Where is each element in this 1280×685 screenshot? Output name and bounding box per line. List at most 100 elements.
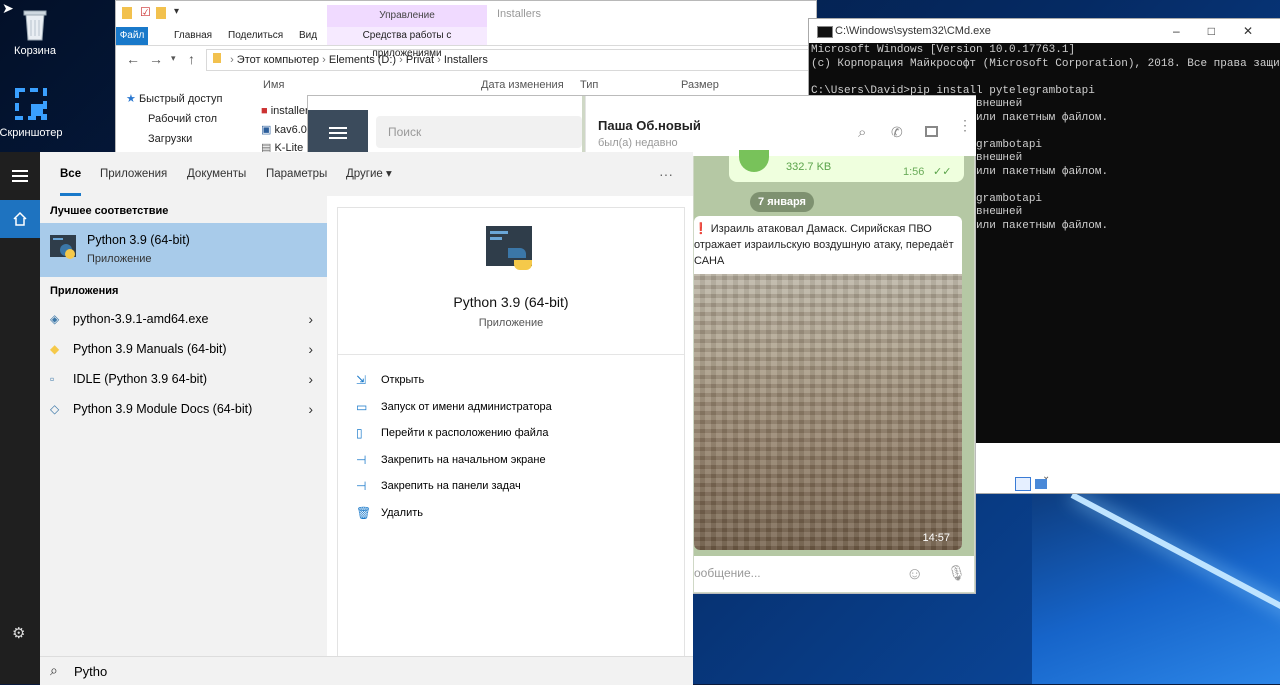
- sidebar-item-quick-access[interactable]: ★ Быстрый доступ: [126, 89, 236, 109]
- folder-icon[interactable]: [122, 7, 132, 19]
- hamburger-icon[interactable]: [12, 170, 28, 172]
- gear-icon[interactable]: ⚙: [12, 624, 25, 642]
- list-item[interactable]: ◈ python-3.9.1-amd64.exe ›: [40, 304, 327, 334]
- window-controls[interactable]: –□✕: [949, 19, 1280, 43]
- navigation-pane: ★ Быстрый доступ Рабочий стол Загрузки: [126, 89, 236, 149]
- message-photo[interactable]: 14:57 ✓✓: [694, 274, 962, 550]
- chevron-down-icon[interactable]: ▾: [174, 6, 179, 17]
- back-arrow-icon[interactable]: ←: [126, 51, 140, 67]
- breadcrumb[interactable]: › Этот компьютер › Elements (D:) › Priva…: [206, 49, 818, 71]
- emoji-icon[interactable]: ☺: [906, 564, 923, 584]
- message-input[interactable]: ообщение...: [694, 566, 761, 580]
- trash-icon: 🗑: [356, 506, 372, 520]
- phone-icon[interactable]: ✆: [891, 124, 903, 141]
- details-view-icon[interactable]: [1015, 477, 1031, 491]
- results-list: Лучшее соответствие Python 3.9 (64-bit) …: [40, 196, 327, 656]
- action-label: Удалить: [381, 507, 423, 519]
- more-options-icon[interactable]: ···: [659, 152, 673, 196]
- divider: [338, 354, 684, 355]
- context-tab-header: Управление: [327, 5, 487, 27]
- desktop-icon-screenshot[interactable]: Скриншотер: [0, 84, 66, 139]
- search-box[interactable]: ⌕ Pytho: [40, 656, 693, 685]
- list-item[interactable]: ◆ Python 3.9 Manuals (64-bit) ›: [40, 334, 327, 364]
- breadcrumb-item[interactable]: Installers: [444, 54, 488, 66]
- news-message[interactable]: ❗ Израиль атаковал Дамаск. Сирийская ПВО…: [694, 216, 962, 550]
- app-details-pane: Python 3.9 (64-bit) Приложение ⇲ Открыть …: [337, 207, 685, 657]
- tab-app-tools[interactable]: Средства работы с приложениями: [327, 27, 487, 59]
- file-message[interactable]: 332.7 KB 1:56 ✓✓: [729, 150, 964, 182]
- list-item[interactable]: ◇ Python 3.9 Module Docs (64-bit) ›: [40, 394, 327, 424]
- best-match-item[interactable]: Python 3.9 (64-bit) Приложение: [40, 223, 327, 277]
- recent-dropdown-icon[interactable]: ▾: [171, 53, 176, 64]
- start-search-panel: Все Приложения Документы Параметры Други…: [40, 152, 693, 685]
- column-date[interactable]: Дата изменения: [481, 79, 564, 91]
- action-label: Закрепить на панели задач: [381, 480, 521, 492]
- menu-button[interactable]: [308, 110, 368, 158]
- tab-share[interactable]: Поделиться: [220, 27, 291, 45]
- desktop-icon-label: Скриншотер: [0, 127, 63, 139]
- home-icon: [13, 211, 27, 226]
- rail-home-button[interactable]: [0, 200, 40, 238]
- file-name: kav6.0: [274, 124, 307, 136]
- chat-status: был(а) недавно: [598, 137, 678, 149]
- tab-all[interactable]: Все: [60, 152, 82, 196]
- sidebar-item-label: Быстрый доступ: [138, 93, 223, 105]
- chat-area: 332.7 KB 1:56 ✓✓ 7 января ❗ Израиль атак…: [694, 150, 974, 556]
- chevron-right-icon[interactable]: ›: [308, 394, 313, 424]
- new-folder-icon[interactable]: [156, 7, 166, 19]
- tab-more[interactable]: Другие ▾: [346, 152, 392, 196]
- search-input[interactable]: Поиск: [376, 116, 582, 148]
- screenshot-tool-icon: [15, 88, 47, 120]
- best-match-title: Python 3.9 (64-bit): [87, 233, 190, 247]
- tab-settings[interactable]: Параметры: [266, 152, 327, 196]
- column-name[interactable]: Имя: [263, 79, 284, 91]
- search-input[interactable]: Pytho: [74, 664, 107, 679]
- message-time: 1:56: [903, 166, 925, 178]
- best-match-heading: Лучшее соответствие: [50, 205, 169, 217]
- start-menu-rail: ⚙: [0, 152, 40, 684]
- chat-header: Паша Об.новый был(а) недавно ⌕ ✆ ⋮: [585, 96, 976, 156]
- app-name: python-3.9.1-amd64.exe: [73, 312, 209, 326]
- best-match-subtitle: Приложение: [87, 253, 152, 265]
- search-icon[interactable]: ⌕: [858, 124, 866, 141]
- tab-documents[interactable]: Документы: [187, 152, 246, 196]
- chevron-right-icon[interactable]: ›: [308, 304, 313, 334]
- module-docs-icon: ◇: [50, 402, 60, 416]
- properties-icon[interactable]: ☑: [140, 5, 151, 19]
- list-item[interactable]: ▫ IDLE (Python 3.9 64-bit) ›: [40, 364, 327, 394]
- forward-arrow-icon[interactable]: →: [149, 51, 163, 67]
- breadcrumb-item[interactable]: Этот компьютер: [237, 54, 319, 66]
- hamburger-icon: [329, 127, 347, 129]
- app-name: Python 3.9 Module Docs (64-bit): [73, 402, 253, 416]
- tab-file[interactable]: Файл: [116, 27, 148, 45]
- python-docs-icon: ◆: [50, 342, 60, 356]
- list-item[interactable]: ■ installer: [261, 105, 309, 123]
- action-label: Перейти к расположению файла: [381, 427, 549, 439]
- chat-name[interactable]: Паша Об.новый: [598, 118, 701, 133]
- console-icon: [817, 26, 833, 38]
- read-checkmarks-icon: ✓✓: [933, 166, 952, 178]
- tab-home[interactable]: Главная: [166, 27, 220, 45]
- large-icons-view-icon[interactable]: [1035, 479, 1047, 489]
- side-panel-icon[interactable]: [925, 126, 938, 137]
- tab-apps[interactable]: Приложения: [100, 152, 167, 196]
- open-icon: ⇲: [356, 373, 367, 387]
- installer-icon: ◈: [50, 312, 60, 326]
- column-size[interactable]: Размер: [681, 79, 719, 91]
- microphone-icon[interactable]: 🎙: [947, 564, 966, 582]
- up-arrow-icon[interactable]: ↑: [188, 51, 195, 67]
- list-item[interactable]: ▣ kav6.0: [261, 123, 309, 141]
- column-type[interactable]: Тип: [580, 79, 598, 91]
- file-name: installer: [270, 105, 309, 117]
- chevron-right-icon[interactable]: ›: [308, 364, 313, 394]
- breadcrumb-item[interactable]: Privat: [406, 54, 434, 66]
- breadcrumb-item[interactable]: Elements (D:): [329, 54, 396, 66]
- more-vertical-icon[interactable]: ⋮: [958, 118, 972, 132]
- tab-view[interactable]: Вид: [291, 27, 325, 45]
- sidebar-item-desktop[interactable]: Рабочий стол: [126, 109, 236, 129]
- chevron-right-icon[interactable]: ›: [308, 334, 313, 364]
- sidebar-item-downloads[interactable]: Загрузки: [126, 129, 236, 149]
- idle-icon: ▫: [50, 372, 55, 386]
- console-line: (c) Корпорация Майкрософт (Microsoft Cor…: [811, 57, 1280, 70]
- detail-subtitle: Приложение: [478, 317, 544, 329]
